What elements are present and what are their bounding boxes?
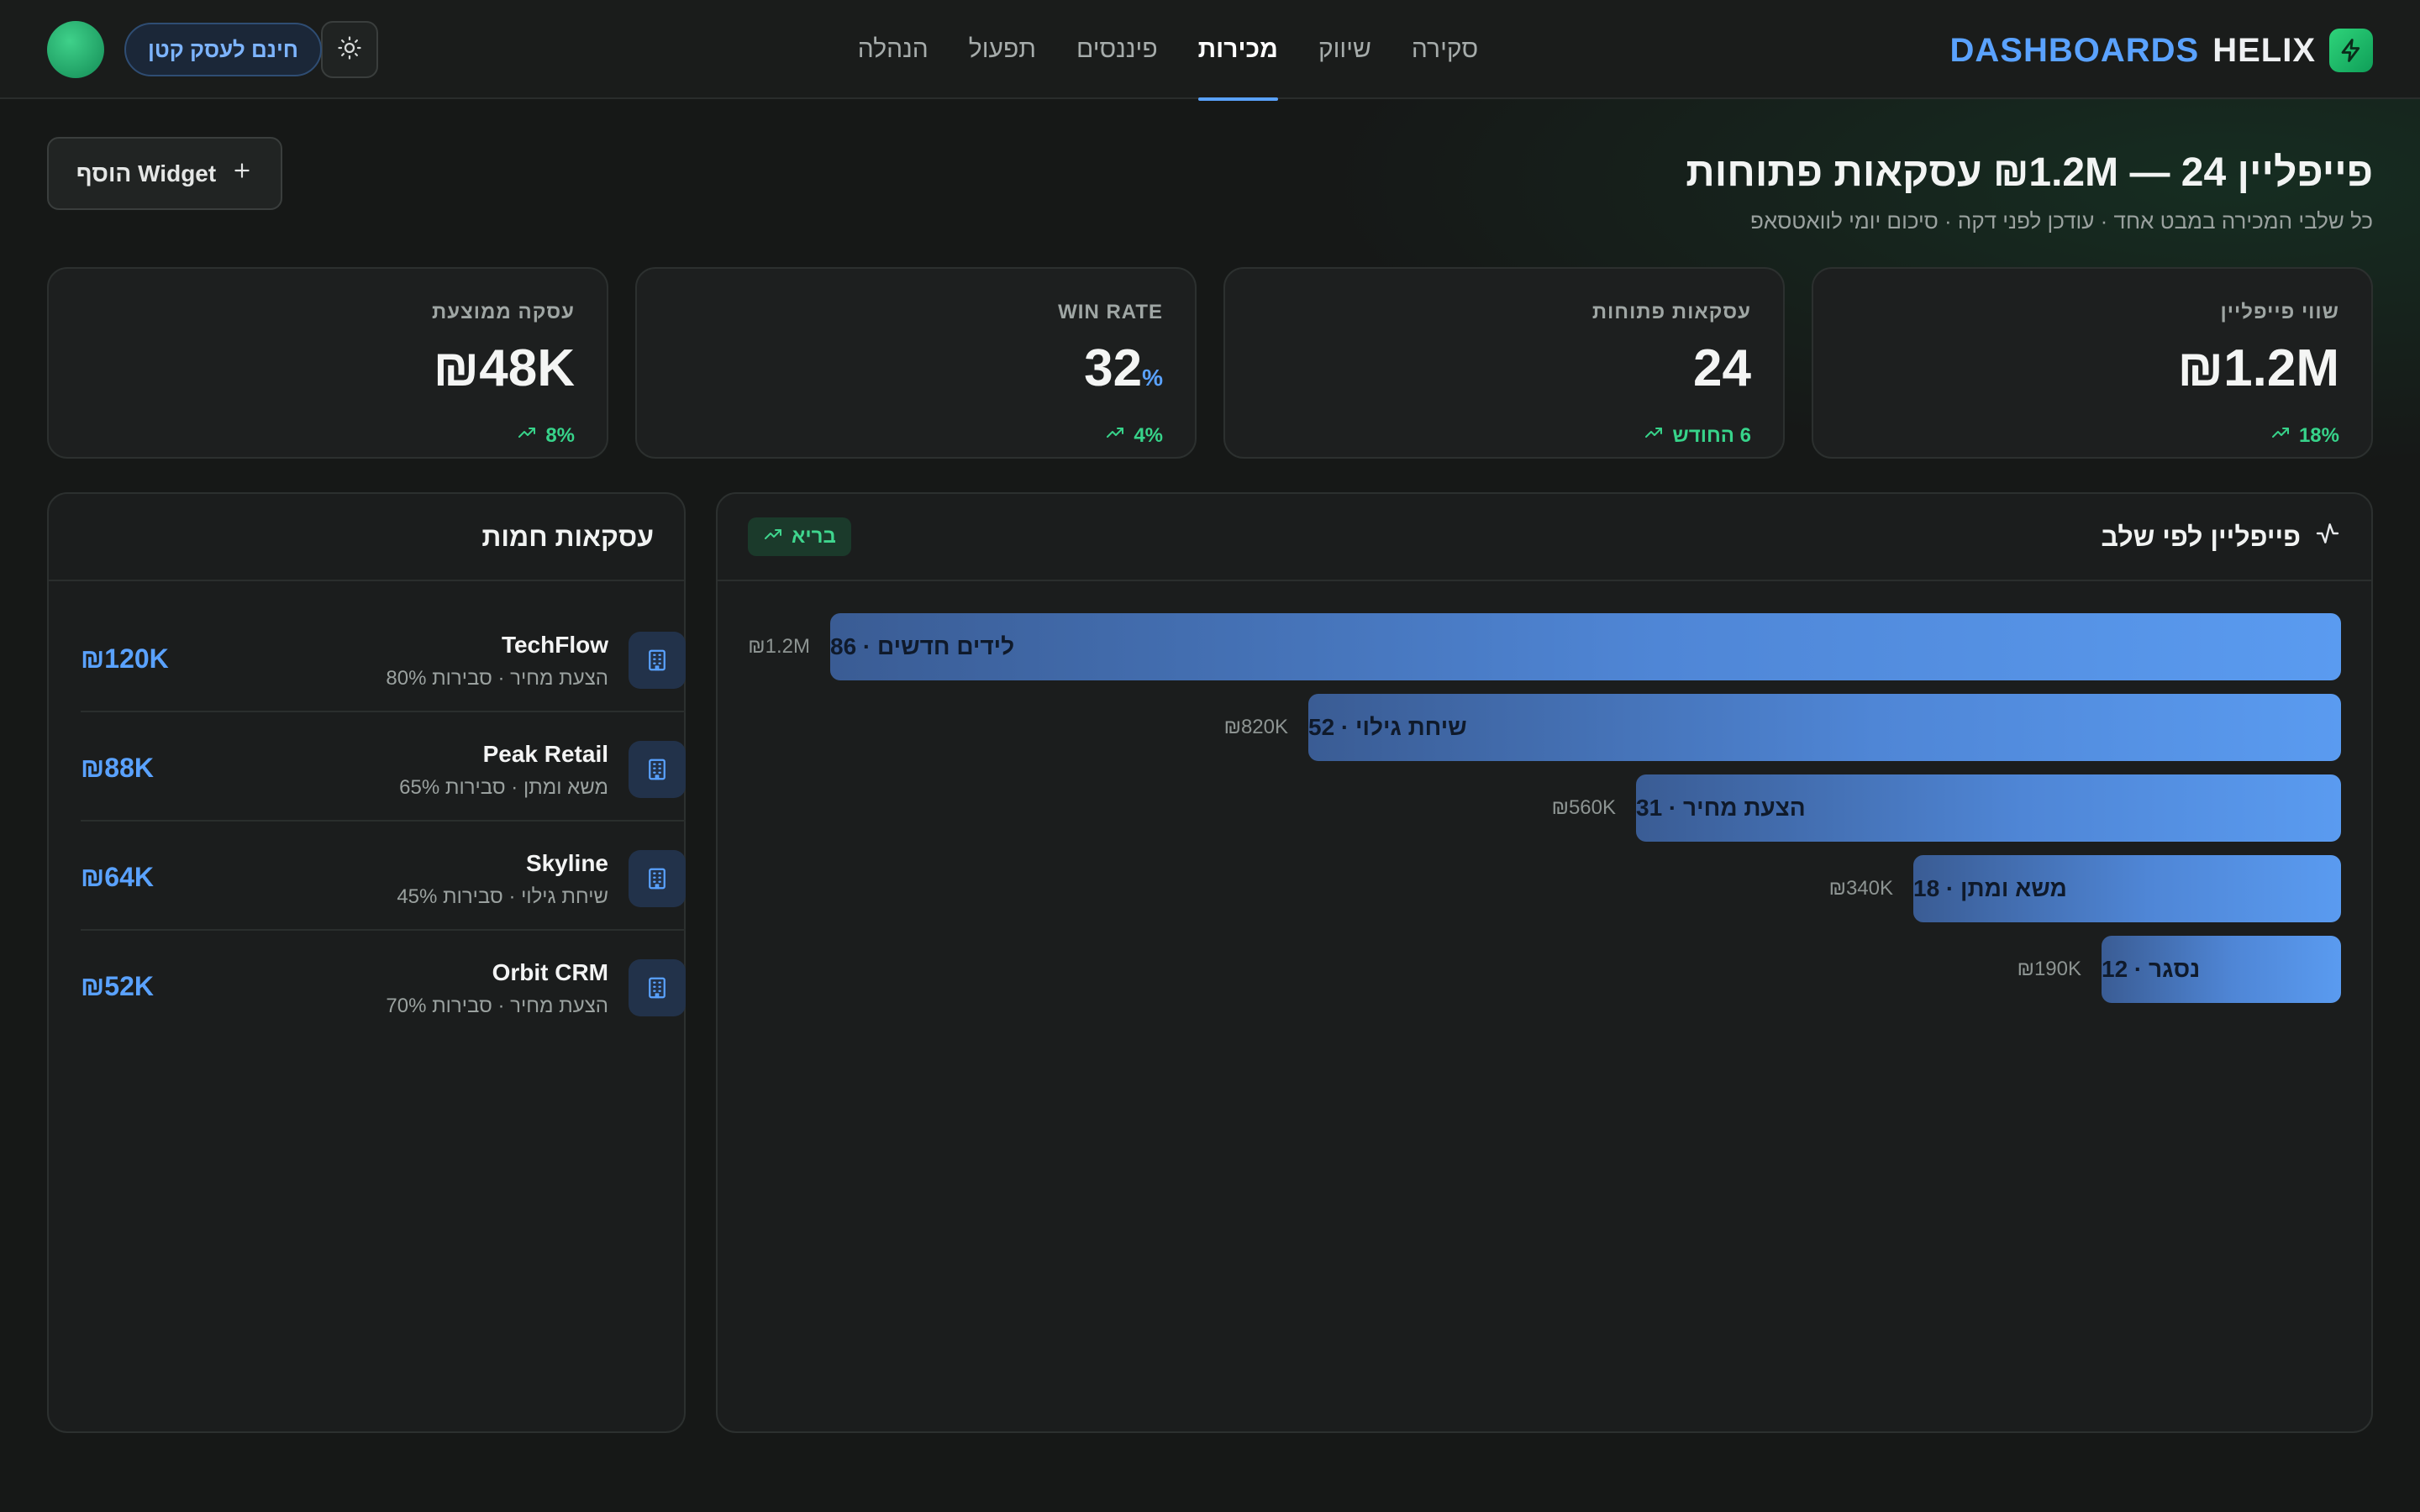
deal-row-skyline[interactable]: Skyline שיחת גילוי · סבירות 45% ₪64K [81,822,686,931]
funnel-stage-amount: ₪820K [1223,716,1288,738]
kpi-trend-text: 8% [545,423,575,447]
funnel-stage-amount: ₪1.2M [748,635,810,658]
main-nav: סקירה שיווק מכירות פיננסים תפעול הנהלה [858,0,1478,101]
pipeline-funnel: ₪1.2M לידים חדשים · 86 ₪820K שיחת גילוי · 5… [718,494,2371,1431]
kpi-number: ₪48K [433,339,575,397]
nav-item-marketing[interactable]: שיווק [1318,0,1371,99]
deal-name: Peak Retail [482,741,608,767]
deal-meta: הצעת מחיר · סבירות 80% [386,667,608,690]
kpi-trend: 18% [1845,423,2339,449]
funnel-stage-bar[interactable]: הצעת מחיר · 31 [1636,774,2341,842]
top-bar: HELIX DASHBOARDS סקירה שיווק מכירות פיננ… [0,0,2420,101]
funnel-stage-amount: ₪560K [1551,796,1616,819]
brand-word-main: HELIX [2212,31,2316,69]
avatar[interactable] [47,21,104,78]
brand-word-accent: DASHBOARDS [1949,31,2200,69]
pipeline-panel: פייפליין לפי שלב בריא ₪1.2M לידים חדשים ·… [716,492,2373,1433]
deal-value: ₪88K [81,753,154,783]
kpi-trend-text: 18% [2298,423,2339,447]
deal-meta: משא ומתן · סבירות 65% [399,776,608,799]
deal-row-techflow[interactable]: TechFlow הצעת מחיר · סבירות 80% ₪120K [81,603,686,712]
funnel-stage-row[interactable]: ₪820K שיחת גילוי · 52 [718,694,2371,761]
building-icon [629,850,686,907]
theme-toggle-button[interactable] [321,21,378,78]
deal-value: ₪52K [81,971,154,1001]
free-plan-pill[interactable]: חינם לעסק קטן [124,23,323,76]
building-icon [629,741,686,798]
brand-logo[interactable]: HELIX DASHBOARDS [1950,27,2373,74]
kpi-unit: % [1142,365,1163,391]
hot-deals-panel: עסקאות חמות TechFlow הצעת מחיר · סבירות … [47,492,686,1433]
funnel-stage-row[interactable]: ₪190K נסגר · 12 [718,936,2371,1003]
nav-item-finance[interactable]: פיננסים [1076,0,1158,99]
plus-icon [231,160,253,187]
kpi-number: 24 [1693,339,1751,397]
kpi-card-win-rate: WIN RATE 32% 4% [635,267,1197,459]
kpi-trend: 4% [669,423,1163,449]
sun-icon [337,35,362,65]
kpi-card-average-deal: עסקה ממוצעת ₪48K 8% [47,267,608,459]
kpi-value: ₪48K [81,343,575,404]
trend-up-icon [2270,423,2291,449]
add-widget-button[interactable]: הוסף Widget [47,137,282,210]
kpi-label: שווי פייפליין [2220,301,2339,323]
trend-up-icon [1105,423,1125,449]
deal-value: ₪64K [81,862,154,892]
trend-up-icon [517,423,537,449]
funnel-stage-bar[interactable]: משא ומתן · 18 [1913,855,2341,922]
funnel-stage-row[interactable]: ₪340K משא ומתן · 18 [718,855,2371,922]
deal-row-peak-retail[interactable]: Peak Retail משא ומתן · סבירות 65% ₪88K [81,712,686,822]
nav-item-management[interactable]: הנהלה [858,0,929,99]
kpi-value: ₪1.2M [1845,343,2339,404]
add-widget-label: הוסף Widget [76,160,217,186]
funnel-stage-row[interactable]: ₪560K הצעת מחיר · 31 [718,774,2371,842]
deal-meta: שיחת גילוי · סבירות 45% [397,885,608,908]
kpi-card-pipeline-value: שווי פייפליין ₪1.2M 18% [1812,267,2373,459]
hot-deals-panel-header: עסקאות חמות [49,494,684,581]
page-title: פייפליין 24 — ₪1.2M עסקאות פתוחות [1686,150,2373,195]
deal-value: ₪120K [81,643,169,674]
funnel-stage-row[interactable]: ₪1.2M לידים חדשים · 86 [718,613,2371,680]
deal-name: TechFlow [501,632,608,658]
kpi-label: עסקה ממוצעת [432,301,575,323]
deal-name: Skyline [525,850,608,876]
kpi-label: WIN RATE [1058,301,1163,323]
building-icon [629,959,686,1016]
nav-item-operations[interactable]: תפעול [969,0,1036,99]
kpi-number: ₪1.2M [2177,339,2339,397]
deal-name: Orbit CRM [492,959,608,985]
kpi-card-open-deals: עסקאות פתוחות 24 6 החודש [1223,267,1785,459]
funnel-stage-bar[interactable]: שיחת גילוי · 52 [1308,694,2341,761]
funnel-stage-amount: ₪340K [1828,877,1893,900]
funnel-stage-amount: ₪190K [2017,958,2081,980]
kpi-trend: 6 החודש [1257,423,1751,449]
building-icon [629,632,686,689]
deal-row-orbit-crm[interactable]: Orbit CRM הצעת מחיר · סבירות 70% ₪52K [81,931,686,1040]
kpi-trend-text: 6 החודש [1672,423,1751,447]
kpi-trend-text: 4% [1134,423,1163,447]
hot-deals-title: עסקאות חמות [481,521,654,552]
page-subtitle: כל שלבי המכירה במבט אחד · עודכן לפני דקה… [1750,208,2373,234]
deal-meta: הצעת מחיר · סבירות 70% [386,995,608,1017]
nav-item-overview[interactable]: סקירה [1412,0,1478,99]
kpi-value: 32% [669,343,1163,404]
funnel-stage-bar[interactable]: לידים חדשים · 86 [830,613,2341,680]
bolt-icon [2329,29,2373,72]
kpi-trend: 8% [81,423,575,449]
kpi-label: עסקאות פתוחות [1591,301,1751,323]
nav-item-sales[interactable]: מכירות [1197,0,1279,101]
kpi-value: 24 [1257,343,1751,404]
kpi-number: 32 [1084,339,1143,397]
trend-up-icon [1644,423,1664,449]
funnel-stage-bar[interactable]: נסגר · 12 [2102,936,2341,1003]
